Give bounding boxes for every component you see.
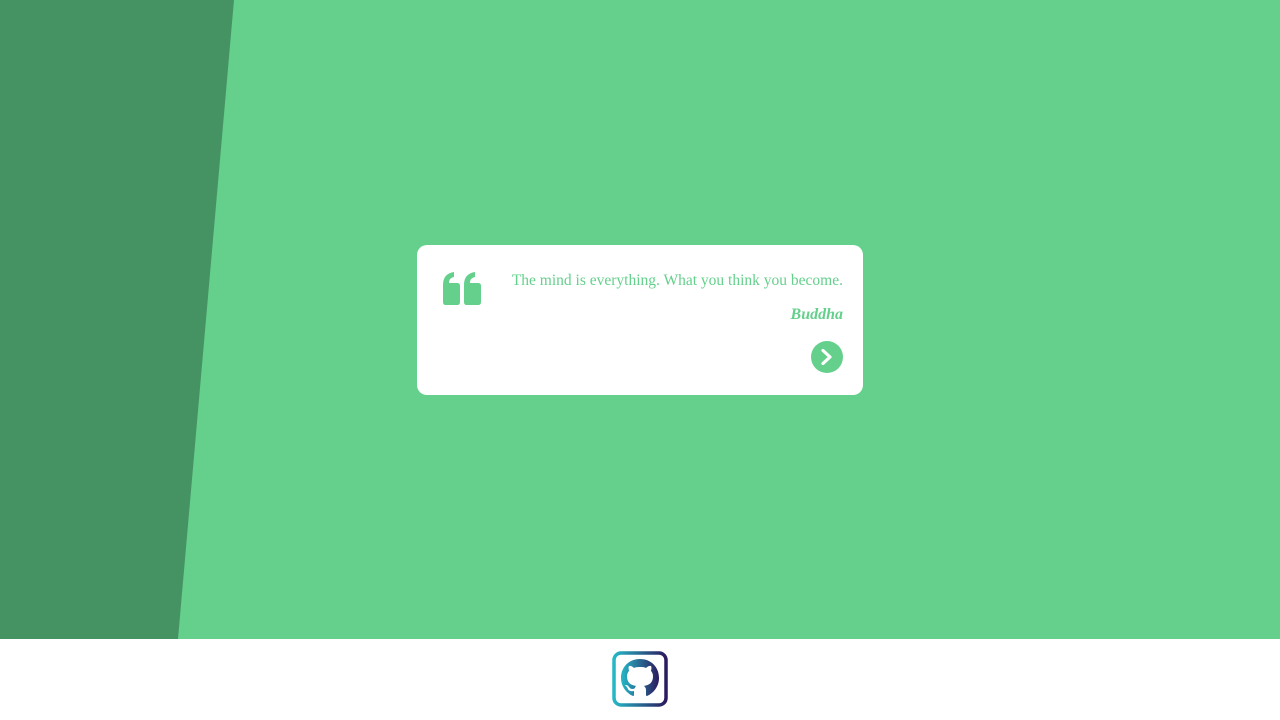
quote-text: The mind is everything. What you think y… <box>511 272 843 289</box>
quote-left-icon <box>443 272 481 305</box>
chevron-right-icon <box>821 349 832 365</box>
background-stage: The mind is everything. What you think y… <box>0 0 1280 639</box>
github-icon <box>612 651 668 707</box>
footer <box>0 639 1280 720</box>
quote-author: Buddha <box>790 306 843 323</box>
next-quote-button[interactable] <box>811 341 843 373</box>
github-link[interactable] <box>612 651 668 707</box>
quote-card: The mind is everything. What you think y… <box>417 245 863 395</box>
